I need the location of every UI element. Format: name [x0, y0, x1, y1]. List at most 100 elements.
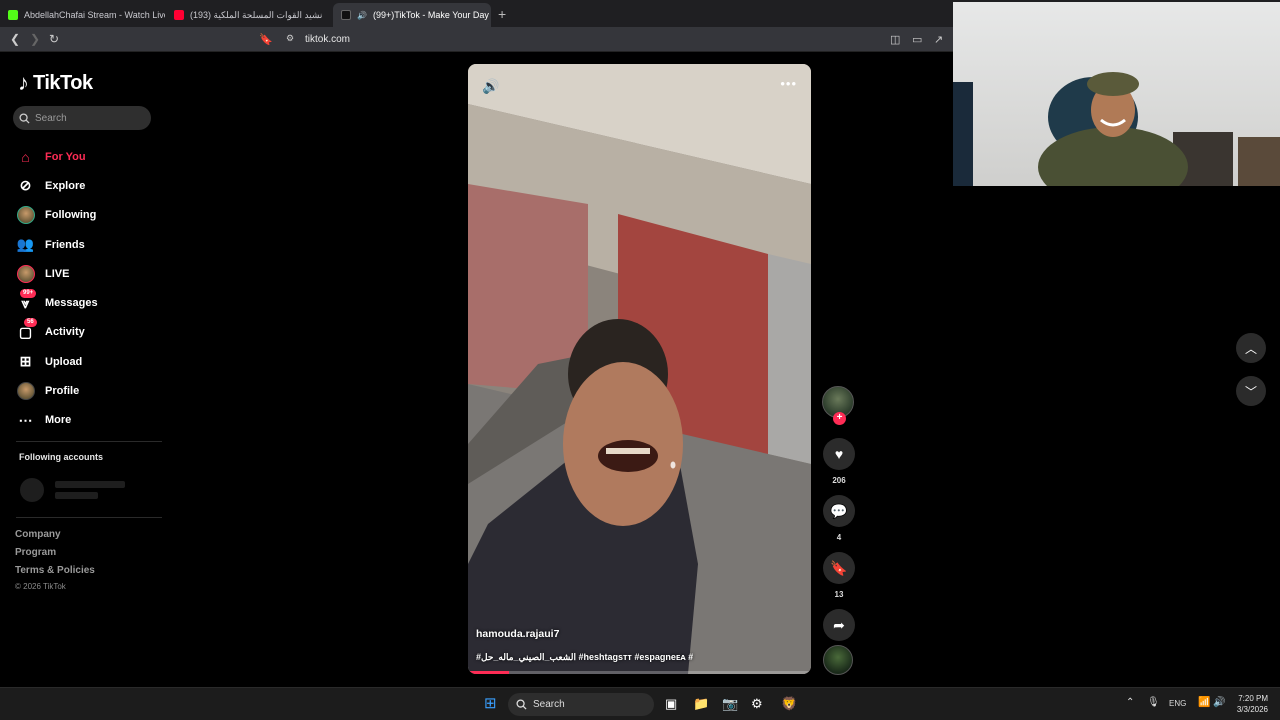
sidebar-item-label: Friends [45, 238, 85, 251]
creator-avatar[interactable]: + [822, 386, 854, 425]
like-count: 206 [832, 476, 846, 485]
settings-app-icon[interactable]: ⚙ [751, 696, 763, 712]
reload-icon[interactable]: ↻ [49, 32, 59, 46]
sidebar-item-activity[interactable]: ▢ 56 Activity [16, 317, 166, 347]
search-icon [516, 699, 527, 710]
comment-button[interactable]: 💬 [823, 495, 855, 527]
tab-label: AbdellahChafai Stream - Watch Live [24, 10, 165, 20]
more-icon: ⋯ [18, 411, 33, 428]
sidebar-item-friends[interactable]: 👥 Friends [16, 230, 166, 259]
speaker-icon[interactable]: 🔊 [1213, 697, 1225, 708]
activity-icon: ▢ 56 [16, 317, 37, 342]
video-player[interactable]: 🔊 ••• hamouda.rajaui7 #الشعب_الصيني_ماله… [468, 64, 811, 674]
sidebar-item-explore[interactable]: ⊘ Explore [16, 171, 166, 200]
language-indicator[interactable]: ENG [1169, 699, 1186, 708]
follow-plus-icon[interactable]: + [833, 412, 846, 425]
volume-icon[interactable]: 🔊 [482, 78, 499, 95]
tab-kick-stream[interactable]: AbdellahChafai Stream - Watch Live [0, 3, 165, 27]
bookmark-icon[interactable]: 🔖 [259, 33, 273, 46]
share-button[interactable]: ➦ [823, 609, 855, 641]
footer-link-company[interactable]: Company [15, 529, 95, 547]
home-icon: ⌂ [21, 148, 30, 165]
loading-name-placeholder [55, 481, 125, 488]
sidebar-item-label: Profile [45, 385, 80, 398]
comment-count: 4 [836, 533, 842, 542]
reader-mode-icon[interactable]: ◫ [890, 33, 900, 46]
video-progress-fill [468, 671, 510, 674]
new-tab-button[interactable]: + [498, 6, 506, 22]
search-input[interactable] [35, 112, 145, 124]
save-button[interactable]: 🔖 [823, 552, 855, 584]
sidebar-item-upload[interactable]: ⊞ Upload [16, 347, 166, 376]
messages-icon: ⩔ 99+ [16, 288, 37, 313]
upload-icon: ⊞ [19, 353, 32, 370]
windows-start-icon[interactable]: ⊞ [484, 694, 497, 712]
video-actions: + ♥ 206 💬 4 🔖 13 ➦ 31 [822, 386, 856, 656]
tab-label: (99+)TikTok - Make Your Day [372, 10, 489, 20]
video-author[interactable]: hamouda.rajaui7 [476, 628, 559, 640]
windows-taskbar: ⊞ Search ▣ 📁 📷 ⚙ 🦁 ⌃ 🎙 ENG 📶 🔊 7:20 PM 3… [0, 687, 1280, 720]
webcam-overlay [953, 2, 1280, 186]
cast-icon[interactable]: ▭ [912, 33, 922, 46]
share-icon[interactable]: ↗ [934, 33, 943, 46]
sidebar-nav: ⌂ For You ⊘ Explore Following 👥 Friends … [16, 142, 166, 435]
video-caption: #الشعب_الصيني_ماله_حل #heshtagsᴛᴛ #espag… [476, 652, 694, 662]
sidebar-item-for-you[interactable]: ⌂ For You [16, 142, 166, 171]
back-icon[interactable]: ❮ [10, 32, 20, 46]
tab-youtube[interactable]: (193) نشيد القوات المسلحة الملكية [166, 3, 331, 27]
wifi-icon[interactable]: 📶 [1198, 697, 1210, 708]
sidebar-item-messages[interactable]: ⩔ 99+ Messages [16, 288, 166, 317]
chevron-down-icon: ﹀ [1244, 384, 1257, 399]
footer-links: Company Program Terms & Policies [15, 529, 95, 583]
video-more-options-icon[interactable]: ••• [780, 76, 797, 91]
copyright: © 2026 TikTok [15, 582, 66, 591]
footer-link-program[interactable]: Program [15, 547, 95, 565]
comment-icon: 💬 [830, 502, 848, 519]
tiktok-favicon-icon [341, 10, 351, 20]
task-view-icon[interactable]: ▣ [665, 696, 677, 712]
live-avatar-icon [16, 264, 35, 283]
heart-icon: ♥ [834, 446, 844, 462]
brave-browser-icon[interactable]: 🦁 [781, 696, 797, 712]
tray-overflow-icon[interactable]: ⌃ [1126, 697, 1134, 708]
clock-time: 7:20 PM [1238, 694, 1268, 703]
next-video-button[interactable]: ﹀ [1236, 376, 1266, 406]
sidebar-item-label: Following [45, 209, 97, 222]
sidebar-item-live[interactable]: LIVE [16, 259, 166, 288]
video-progress-bar[interactable] [468, 671, 811, 674]
microphone-icon[interactable]: 🎙 [1147, 697, 1160, 708]
taskbar-search[interactable]: Search [508, 693, 654, 716]
friends-icon: 👥 [16, 236, 35, 253]
sidebar-item-label: More [45, 414, 72, 427]
forward-icon[interactable]: ❯ [30, 32, 40, 46]
sidebar-item-label: Explore [45, 179, 86, 192]
video-frame [468, 64, 811, 674]
search-box[interactable] [13, 106, 151, 130]
file-explorer-icon[interactable]: 📁 [693, 696, 709, 712]
divider [16, 517, 162, 518]
url-field[interactable]: tiktok.com [305, 34, 350, 45]
tab-tiktok[interactable]: 🔊 (99+)TikTok - Make Your Day ✕ [333, 3, 491, 27]
like-button[interactable]: ♥ [823, 438, 855, 470]
footer-link-terms[interactable]: Terms & Policies [15, 565, 95, 583]
tiktok-note-icon: ♪ [18, 70, 29, 95]
tiktok-logo[interactable]: ♪ TikTok [18, 70, 93, 96]
youtube-favicon-icon [174, 10, 184, 20]
sidebar-item-profile[interactable]: Profile [16, 376, 166, 405]
site-info-icon[interactable]: ⚙ [286, 33, 294, 44]
share-arrow-icon: ➦ [833, 616, 845, 633]
camera-app-icon[interactable]: 📷 [722, 696, 738, 712]
sidebar-item-more[interactable]: ⋯ More [16, 406, 166, 435]
clock-date: 3/3/2026 [1236, 705, 1268, 714]
sidebar-item-label: Upload [45, 355, 83, 368]
loading-avatar-placeholder [20, 478, 44, 502]
bookmark-icon: 🔖 [830, 559, 848, 576]
next-creator-avatar[interactable] [823, 645, 853, 675]
previous-video-button[interactable]: ︿ [1236, 333, 1266, 363]
system-clock[interactable]: 7:20 PM 3/3/2026 [1230, 693, 1268, 715]
logo-text: TikTok [33, 71, 93, 94]
sidebar-item-following[interactable]: Following [16, 201, 166, 230]
webcam-feed [953, 72, 1280, 186]
compass-icon: ⊘ [19, 177, 32, 194]
chevron-up-icon: ︿ [1244, 341, 1257, 356]
